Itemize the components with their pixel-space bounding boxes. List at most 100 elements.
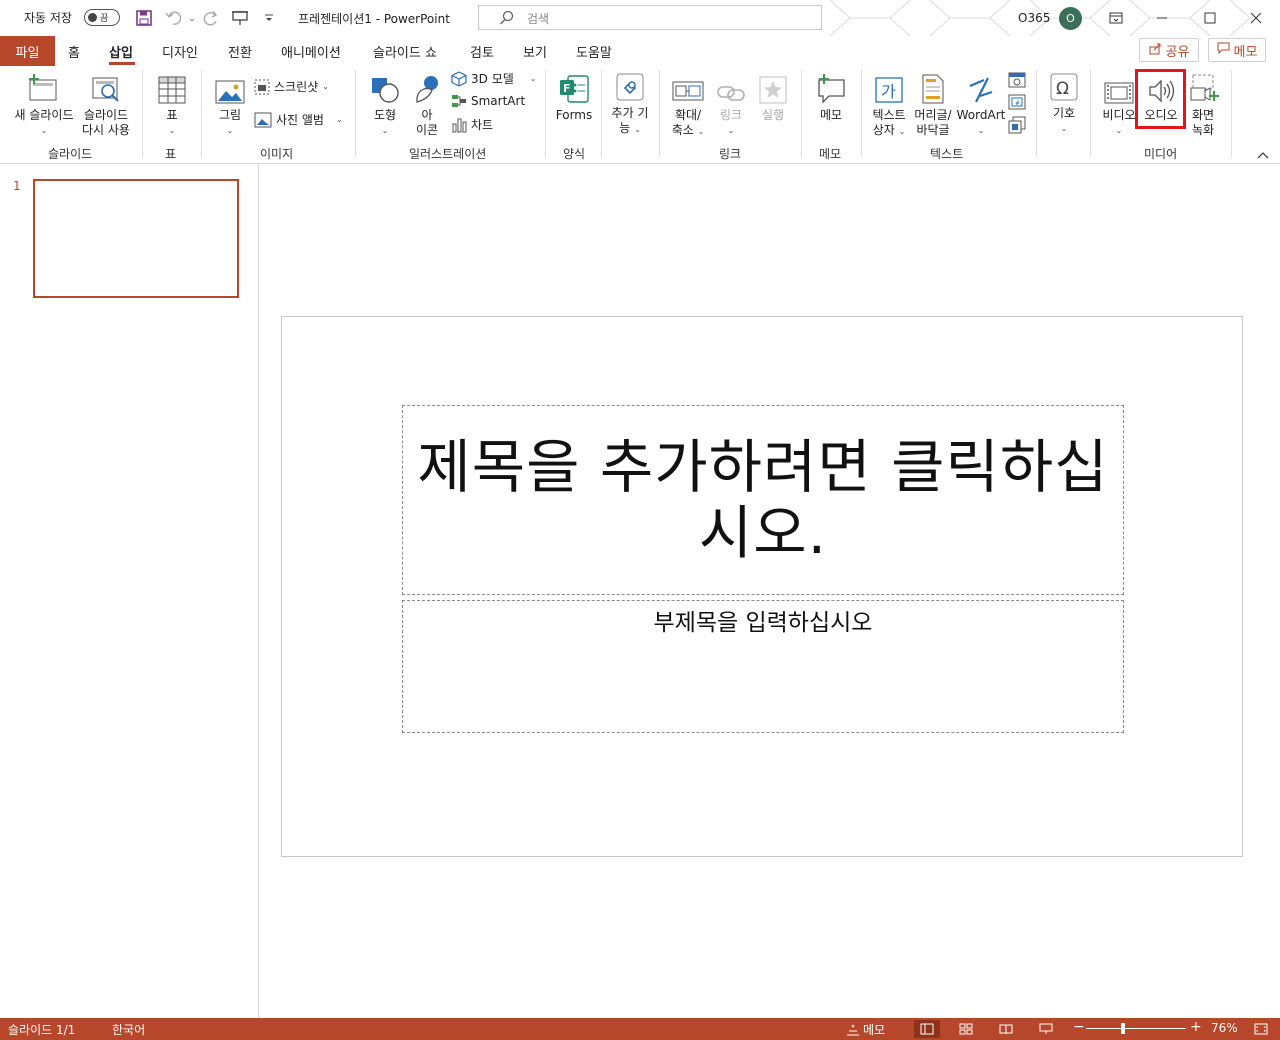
symbols-label: 기호 [1052,106,1076,120]
slide-sorter-icon[interactable] [953,1020,979,1038]
maximize-icon[interactable] [1200,8,1220,28]
group-label-comments: 메모 [819,147,842,161]
slide-thumbnail[interactable] [33,179,239,298]
chart-icon [452,118,467,132]
zoom-out-button[interactable]: − [1073,1019,1085,1035]
zoom-link-button[interactable]: 확대/ 축소 ⌄ [667,70,709,139]
tab-file[interactable]: 파일 [0,36,55,66]
zoom-level[interactable]: 76% [1211,1021,1238,1035]
screenshot-button[interactable]: 스크린샷 ⌄ [254,78,329,95]
table-button[interactable]: 표 ⌄ [152,70,192,138]
smartart-label: SmartArt [471,94,526,108]
tab-slideshow[interactable]: 슬라이드 쇼 [373,42,437,61]
addins-icon [615,68,645,102]
zoom-link-label-2: 축소 ⌄ [671,123,705,137]
cube-icon [451,70,467,87]
smartart-button[interactable]: SmartArt [451,94,525,108]
tab-help[interactable]: 도움말 [576,42,612,61]
header-footer-button[interactable]: 머리글/ 바닥글 [911,70,955,138]
slide-number-icon: # [1008,94,1026,110]
3d-models-label: 3D 모델 [471,72,514,86]
chevron-down-icon: ⌄ [977,126,985,135]
slide-canvas[interactable]: 제목을 추가하려면 클릭하십시오. 부제목을 입력하십시오 [281,316,1243,857]
group-separator [861,70,862,158]
collapse-ribbon-icon[interactable] [1257,148,1269,162]
reading-view-icon[interactable] [993,1020,1019,1038]
chevron-down-icon: ⌄ [727,126,735,135]
avatar[interactable]: O [1059,7,1082,30]
tab-design[interactable]: 디자인 [162,42,198,61]
film-icon [1104,70,1134,104]
title-placeholder[interactable]: 제목을 추가하려면 클릭하십시오. [402,405,1124,595]
photo-album-button[interactable]: 사진 앨범 ⌄ [254,111,343,128]
slide-number-button[interactable]: # [1008,93,1026,111]
slide-count: 슬라이드 1/1 [8,1023,76,1037]
zoom-in-button[interactable]: + [1190,1019,1202,1035]
addins-label-1: 추가 기 [611,106,649,120]
group-separator [545,70,546,158]
action-button[interactable]: 실행 [754,70,792,123]
action-star-icon [759,70,787,104]
date-time-button[interactable] [1008,70,1026,88]
wordart-button[interactable]: WordArt ⌄ [956,70,1006,138]
search-placeholder: 검색 [527,12,550,26]
present-from-start-icon[interactable] [230,8,250,28]
minimize-icon[interactable] [1152,8,1172,28]
comments-button[interactable]: 메모 [1208,38,1266,62]
fit-slide-icon[interactable] [1248,1020,1274,1038]
account-name[interactable]: O365 [1018,11,1050,25]
insert-comment-button[interactable]: 메모 [811,70,851,123]
shapes-button[interactable]: 도형 ⌄ [364,70,406,138]
subtitle-placeholder[interactable]: 부제목을 입력하십시오 [402,600,1124,733]
autosave-toggle[interactable]: 끔 [84,9,120,26]
redo-icon[interactable] [201,8,221,28]
document-title: 프레젠테이션1 - PowerPoint [298,12,450,26]
undo-icon[interactable] [164,8,184,28]
chart-button[interactable]: 차트 [451,116,493,133]
ribbon-display-options-icon[interactable] [1106,8,1126,28]
tab-transitions[interactable]: 전환 [228,42,252,61]
shapes-label: 도형 [373,108,397,122]
notes-button[interactable]: 메모 [846,1021,885,1038]
addins-button[interactable]: 추가 기 능 ⌄ [607,68,653,137]
group-separator [659,70,660,158]
group-separator [355,70,356,158]
zoom-slider-thumb[interactable] [1121,1023,1125,1034]
tab-review[interactable]: 검토 [470,42,494,61]
screen-recording-button[interactable]: 화면 녹화 [1182,70,1224,138]
link-button[interactable]: 링크 ⌄ [712,70,750,138]
tab-home[interactable]: 홈 [68,42,80,61]
share-button[interactable]: 공유 [1139,38,1199,62]
new-slide-button[interactable]: 새 슬라이드 ⌄ [10,70,78,138]
textbox-button[interactable]: 가 텍스트 상자 ⌄ [868,70,910,139]
title-placeholder-text: 제목을 추가하려면 클릭하십시오. [417,433,1109,567]
table-icon [158,70,186,104]
group-label-links: 링크 [719,147,742,161]
active-tab-indicator [109,62,135,65]
symbols-button[interactable]: Ω 기호 ⌄ [1045,68,1083,136]
group-label-illustrations: 일러스트레이션 [409,147,487,161]
video-button[interactable]: 비디오 ⌄ [1098,70,1140,138]
tab-insert[interactable]: 삽입 [109,42,133,61]
object-button[interactable] [1008,116,1026,134]
reuse-slides-label-2: 다시 사용 [82,123,130,137]
slideshow-view-icon[interactable] [1033,1020,1059,1038]
tab-animations[interactable]: 애니메이션 [281,42,341,61]
zoom-slider[interactable] [1086,1028,1186,1029]
forms-button[interactable]: F Forms [553,70,595,123]
customize-qat-icon[interactable] [259,8,279,28]
icons-button[interactable]: 아 이콘 [408,70,446,138]
reuse-slides-label-1: 슬라이드 [83,108,129,122]
language-indicator[interactable]: 한국어 [112,1021,145,1038]
picture-button[interactable]: 그림 ⌄ [212,70,248,138]
zoom-link-icon [672,70,704,104]
chevron-down-icon: ⌄ [381,126,389,135]
reuse-slides-button[interactable]: 슬라이드 다시 사용 [78,70,134,138]
3d-models-button[interactable]: 3D 모델 ⌄ [451,70,536,87]
save-icon[interactable] [134,8,154,28]
normal-view-icon[interactable] [914,1020,940,1038]
tab-view[interactable]: 보기 [523,42,547,61]
close-icon[interactable] [1246,8,1266,28]
search-input[interactable]: 검색 [478,5,822,30]
undo-dropdown-icon[interactable]: ⌄ [182,8,202,28]
